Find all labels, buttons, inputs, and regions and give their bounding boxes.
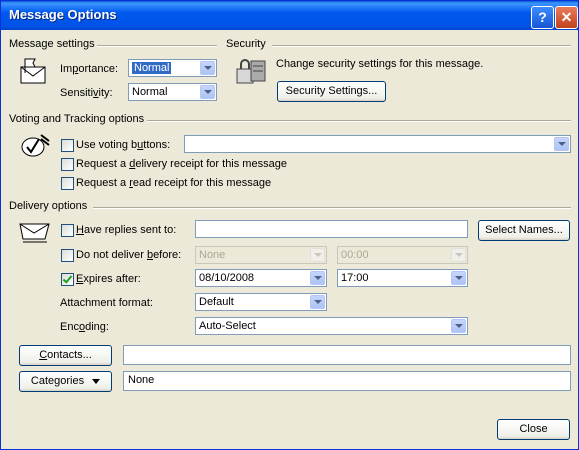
categories-input[interactable]: None bbox=[123, 371, 571, 391]
voting-tracking-heading: Voting and Tracking options bbox=[9, 113, 145, 125]
chevron-down-icon bbox=[310, 248, 325, 262]
delivery-receipt-checkbox[interactable] bbox=[61, 158, 74, 171]
importance-label: Importance: bbox=[60, 63, 119, 75]
divider bbox=[147, 120, 571, 122]
delivery-options-heading: Delivery options bbox=[9, 200, 88, 212]
have-replies-checkbox[interactable] bbox=[61, 224, 74, 237]
window-title: Message Options bbox=[9, 7, 117, 22]
sensitivity-label: Sensitivity: bbox=[60, 87, 113, 99]
expires-checkbox[interactable] bbox=[61, 273, 74, 286]
chevron-down-icon[interactable] bbox=[310, 271, 325, 285]
do-not-deliver-date: None bbox=[195, 246, 327, 264]
have-replies-input[interactable] bbox=[195, 220, 468, 238]
delivery-receipt-label[interactable]: Request a delivery receipt for this mess… bbox=[76, 158, 287, 170]
chevron-down-icon bbox=[451, 248, 466, 262]
contacts-input[interactable] bbox=[123, 345, 571, 365]
expires-label[interactable]: Expires after: bbox=[76, 273, 141, 285]
attachment-format-select[interactable]: Default bbox=[195, 293, 327, 311]
have-replies-label[interactable]: Have replies sent to: bbox=[76, 224, 176, 236]
envelope-flag-icon bbox=[20, 58, 46, 84]
security-lock-icon bbox=[236, 59, 266, 84]
voting-check-icon bbox=[21, 134, 50, 157]
chevron-down-icon[interactable] bbox=[554, 137, 569, 151]
chevron-down-icon[interactable] bbox=[200, 85, 215, 99]
help-button[interactable]: ? bbox=[531, 6, 554, 29]
title-bar[interactable]: Message Options ? ✕ bbox=[1, 1, 578, 30]
message-options-dialog: Message Options ? ✕ Message settings Imp… bbox=[0, 0, 579, 450]
do-not-deliver-label[interactable]: Do not deliver before: bbox=[76, 249, 181, 261]
delivery-envelope-icon bbox=[19, 223, 50, 243]
use-voting-checkbox[interactable] bbox=[61, 139, 74, 152]
divider bbox=[93, 207, 571, 209]
use-voting-label[interactable]: Use voting buttons: bbox=[76, 139, 170, 151]
select-names-button[interactable]: Select Names... bbox=[478, 220, 570, 241]
read-receipt-label[interactable]: Request a read receipt for this message bbox=[76, 177, 271, 189]
importance-select[interactable]: Normal bbox=[128, 59, 217, 77]
sensitivity-select[interactable]: Normal bbox=[128, 83, 217, 101]
close-button[interactable]: Close bbox=[497, 419, 570, 440]
encoding-select[interactable]: Auto-Select bbox=[195, 317, 468, 335]
expires-time[interactable]: 17:00 bbox=[337, 269, 468, 287]
do-not-deliver-time: 00:00 bbox=[337, 246, 468, 264]
security-description: Change security settings for this messag… bbox=[276, 58, 484, 70]
divider bbox=[272, 45, 571, 47]
voting-buttons-select[interactable] bbox=[184, 135, 571, 153]
attachment-format-label: Attachment format: bbox=[60, 297, 153, 309]
close-window-button[interactable]: ✕ bbox=[555, 6, 578, 29]
categories-button-label: Categories bbox=[30, 375, 85, 387]
chevron-down-icon[interactable] bbox=[451, 271, 466, 285]
encoding-label: Encoding: bbox=[60, 321, 109, 333]
security-settings-button[interactable]: Security Settings... bbox=[277, 81, 386, 102]
chevron-down-icon[interactable] bbox=[200, 61, 215, 75]
divider bbox=[97, 45, 217, 47]
chevron-down-icon[interactable] bbox=[451, 319, 466, 333]
read-receipt-checkbox[interactable] bbox=[61, 177, 74, 190]
security-heading: Security bbox=[226, 38, 266, 50]
message-settings-heading: Message settings bbox=[9, 38, 95, 50]
categories-button[interactable]: Categories bbox=[19, 371, 112, 392]
do-not-deliver-checkbox[interactable] bbox=[61, 249, 74, 262]
chevron-down-icon[interactable] bbox=[310, 295, 325, 309]
contacts-button[interactable]: Contacts... bbox=[19, 345, 112, 366]
expires-date[interactable]: 08/10/2008 bbox=[195, 269, 327, 287]
chevron-down-icon bbox=[92, 378, 101, 384]
